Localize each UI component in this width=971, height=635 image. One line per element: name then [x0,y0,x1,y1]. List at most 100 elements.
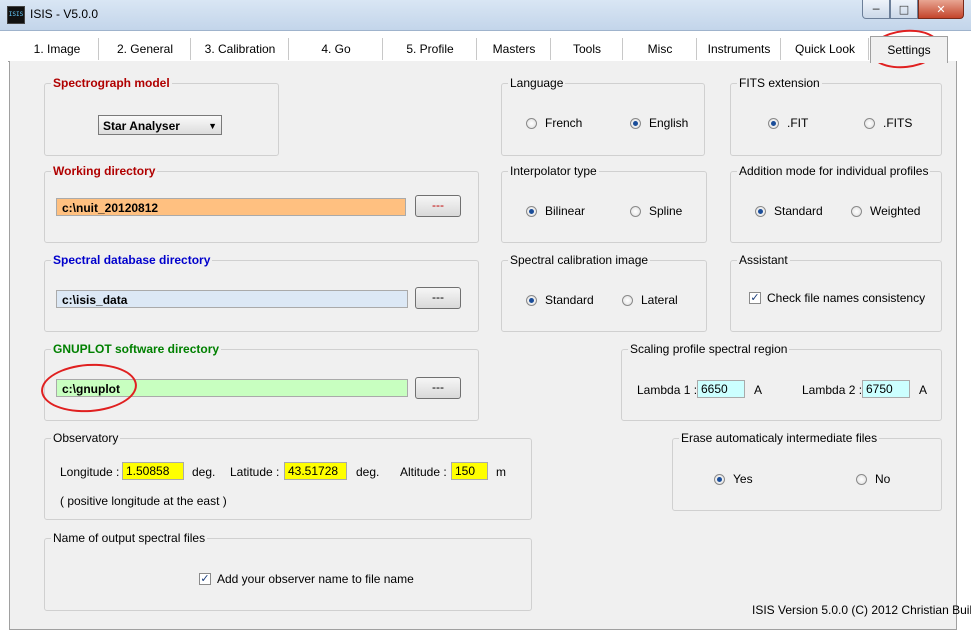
spectral-db-group: Spectral database directory c:\isis_data… [44,253,479,332]
erase-yes-radio[interactable] [714,474,725,485]
interpolator-group: Interpolator type Bilinear Spline [501,164,707,243]
assistant-title: Assistant [737,253,790,267]
check-filenames-label: Check file names consistency [767,291,926,305]
spectrograph-group: Spectrograph model Star Analyser ▼ [44,76,279,156]
calib-lateral-label: Lateral [641,293,678,307]
lambda1-input[interactable]: 6650 [697,380,745,398]
lambda1-label: Lambda 1 : [637,383,698,397]
close-icon[interactable]: ✕ [918,0,964,19]
spectrograph-value: Star Analyser [103,119,180,133]
interpolator-title: Interpolator type [508,164,599,178]
observatory-group: Observatory Longitude : 1.50858 deg. Lat… [44,431,532,520]
tab-quick-look[interactable]: Quick Look [782,38,869,60]
fits-fits-radio[interactable] [864,118,875,129]
tab-go[interactable]: 4. Go [290,38,383,60]
fits-fit-label: .FIT [787,116,809,130]
altitude-label: Altitude : [400,465,447,479]
interpolator-spline-label: Spline [649,204,683,218]
interpolator-bilinear-label: Bilinear [545,204,586,218]
erase-title: Erase automaticaly intermediate files [679,431,880,445]
assistant-group: Assistant ✓ Check file names consistency [730,253,942,332]
calib-standard-radio[interactable] [526,295,537,306]
observatory-title: Observatory [51,431,121,445]
fits-group: FITS extension .FIT .FITS [730,76,942,156]
language-title: Language [508,76,566,90]
working-dir-title: Working directory [51,164,158,178]
lambda1-unit: A [754,383,763,397]
latitude-input[interactable]: 43.51728 [284,462,347,480]
addition-standard-radio[interactable] [755,206,766,217]
tab-misc[interactable]: Misc [624,38,697,60]
working-dir-browse-button[interactable]: --- [415,195,461,217]
working-dir-group: Working directory c:\nuit_20120812 --- [44,164,479,243]
latitude-unit: deg. [356,465,380,479]
tab-general[interactable]: 2. General [100,38,191,60]
minimize-icon[interactable]: ─ [862,0,890,19]
spectral-db-browse-button[interactable]: --- [415,287,461,309]
lambda2-input[interactable]: 6750 [862,380,910,398]
latitude-label: Latitude : [230,465,280,479]
tab-strip: 1. Image 2. General 3. Calibration 4. Go… [8,36,956,63]
addition-title: Addition mode for individual profiles [737,164,931,178]
language-english-radio[interactable] [630,118,641,129]
working-dir-input[interactable]: c:\nuit_20120812 [56,198,406,216]
altitude-input[interactable]: 150 [451,462,488,480]
window-controls: ─ □ ✕ [862,0,964,20]
fits-fits-label: .FITS [883,116,913,130]
tab-tools[interactable]: Tools [552,38,623,60]
longitude-input[interactable]: 1.50858 [122,462,184,480]
language-group: Language French English [501,76,705,156]
calib-image-title: Spectral calibration image [508,253,651,267]
observer-name-label: Add your observer name to file name [217,572,414,586]
check-filenames-checkbox[interactable]: ✓ [749,292,761,304]
language-english-label: English [649,116,689,130]
chevron-down-icon: ▼ [208,121,217,131]
lambda2-unit: A [919,383,928,397]
altitude-unit: m [496,465,506,479]
addition-weighted-radio[interactable] [851,206,862,217]
tab-calibration[interactable]: 3. Calibration [192,38,289,60]
calib-lateral-radio[interactable] [622,295,633,306]
maximize-icon[interactable]: □ [890,0,918,19]
fits-fit-radio[interactable] [768,118,779,129]
output-names-group: Name of output spectral files ✓ Add your… [44,531,532,611]
gnuplot-input[interactable]: c:\gnuplot [56,379,408,397]
longitude-label: Longitude : [60,465,120,479]
tab-profile[interactable]: 5. Profile [384,38,477,60]
calib-image-group: Spectral calibration image Standard Late… [501,253,707,332]
erase-no-radio[interactable] [856,474,867,485]
scaling-title: Scaling profile spectral region [628,342,790,356]
settings-panel: Spectrograph model Star Analyser ▼ Worki… [9,61,971,630]
window-title: ISIS - V5.0.0 [30,7,99,21]
spectral-db-title: Spectral database directory [51,253,213,267]
gnuplot-browse-button[interactable]: --- [415,377,461,399]
title-bar: ISIS ISIS - V5.0.0 ─ □ ✕ [0,0,971,31]
calib-standard-label: Standard [545,293,594,307]
spectral-db-input[interactable]: c:\isis_data [56,290,408,308]
tab-instruments[interactable]: Instruments [698,38,781,60]
observer-name-checkbox[interactable]: ✓ [199,573,211,585]
fits-title: FITS extension [737,76,822,90]
spectrograph-select[interactable]: Star Analyser ▼ [98,115,222,135]
addition-weighted-label: Weighted [870,204,921,218]
interpolator-bilinear-radio[interactable] [526,206,537,217]
addition-group: Addition mode for individual profiles St… [730,164,942,243]
version-footer: ISIS Version 5.0.0 (C) 2012 Christian Bu… [752,603,971,617]
output-names-title: Name of output spectral files [51,531,208,545]
language-french-label: French [545,116,583,130]
interpolator-spline-radio[interactable] [630,206,641,217]
isis-app-icon: ISIS [7,6,25,24]
scaling-group: Scaling profile spectral region Lambda 1… [621,342,942,421]
erase-yes-label: Yes [733,472,753,486]
tab-image[interactable]: 1. Image [16,38,99,60]
gnuplot-title: GNUPLOT software directory [51,342,222,356]
addition-standard-label: Standard [774,204,823,218]
tab-masters[interactable]: Masters [478,38,551,60]
tab-settings[interactable]: Settings [870,36,948,63]
erase-no-label: No [875,472,891,486]
language-french-radio[interactable] [526,118,537,129]
gnuplot-group: GNUPLOT software directory c:\gnuplot --… [44,342,479,421]
spectrograph-title: Spectrograph model [51,76,172,90]
erase-group: Erase automaticaly intermediate files Ye… [672,431,942,511]
longitude-unit: deg. [192,465,216,479]
